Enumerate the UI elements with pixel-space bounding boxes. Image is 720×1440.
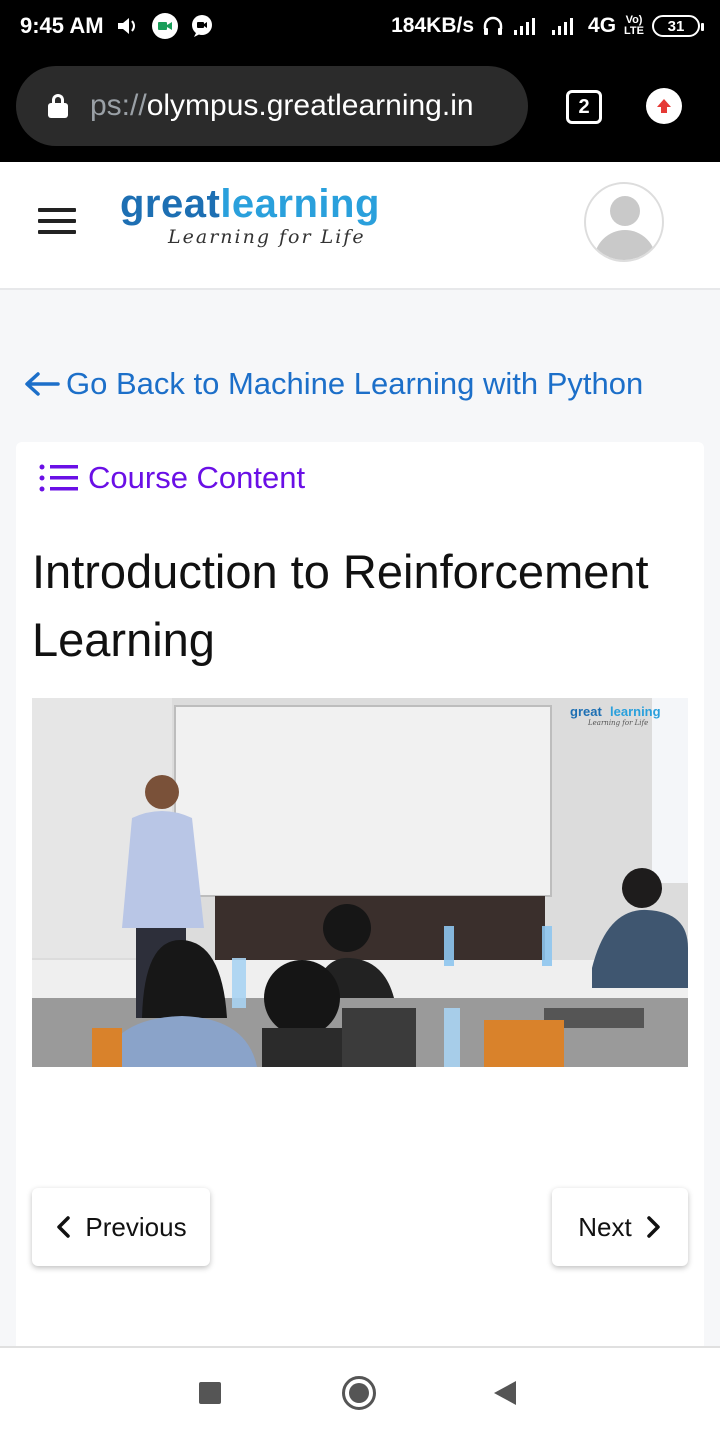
- meet-icon: [151, 13, 178, 39]
- site-header: greatlearning Learning for Life: [0, 162, 720, 290]
- back-icon[interactable]: [494, 1381, 516, 1405]
- signal-icon-2: [550, 16, 580, 36]
- chat-icon: [190, 14, 214, 38]
- next-button[interactable]: Next: [552, 1188, 688, 1266]
- video-frame: great learning Learning for Life: [32, 698, 688, 1067]
- chevron-right-icon: [646, 1216, 660, 1238]
- status-time: 9:45 AM: [20, 13, 104, 38]
- url-host: olympus.greatlearning.in: [146, 89, 474, 122]
- next-label: Next: [578, 1211, 632, 1242]
- previous-button[interactable]: Previous: [32, 1188, 210, 1266]
- avatar[interactable]: [584, 182, 664, 262]
- back-link-label: Go Back to Machine Learning with Python: [66, 366, 644, 401]
- chevron-left-icon: [57, 1216, 71, 1238]
- browser-toolbar: ps:// olympus.greatlearning.in 2: [0, 52, 720, 162]
- list-icon: [39, 464, 78, 492]
- greatlearning-logo[interactable]: greatlearning Learning for Life: [120, 184, 380, 248]
- tab-switcher-button[interactable]: 2: [566, 90, 602, 124]
- arrow-up-icon: [657, 99, 671, 113]
- recent-apps-icon[interactable]: [199, 1382, 221, 1404]
- back-link[interactable]: Go Back to Machine Learning with Python: [22, 366, 643, 402]
- video-watermark-great: great: [570, 704, 602, 719]
- logo-learning: learning: [220, 182, 380, 226]
- volte-bottom: LTE: [624, 25, 644, 37]
- network-type: 4G: [588, 14, 617, 37]
- home-icon[interactable]: [342, 1376, 376, 1410]
- net-speed: 184KB/s: [391, 14, 475, 37]
- battery-level: 31: [667, 17, 685, 35]
- battery-icon: 31: [652, 15, 704, 37]
- signal-icon: [512, 16, 542, 36]
- lesson-video[interactable]: great learning Learning for Life: [32, 698, 688, 1067]
- lesson-title: Introduction to Reinforcement Learning: [32, 545, 649, 666]
- logo-tagline: Learning for Life: [168, 226, 366, 248]
- previous-label: Previous: [85, 1211, 187, 1242]
- video-watermark-learning: learning: [610, 704, 661, 719]
- headphones-icon: [482, 15, 504, 37]
- update-button[interactable]: [646, 88, 682, 124]
- address-bar[interactable]: ps:// olympus.greatlearning.in: [16, 66, 528, 146]
- course-content-toggle[interactable]: Course Content: [38, 460, 305, 496]
- lesson-card: Course Content Introduction to Reinforce…: [16, 442, 704, 1352]
- volume-icon: [116, 15, 140, 37]
- arrow-left-icon: [25, 372, 60, 396]
- menu-icon[interactable]: [38, 208, 76, 236]
- lock-icon: [48, 94, 68, 118]
- course-content-label: Course Content: [88, 460, 306, 495]
- logo-great: great: [120, 182, 221, 226]
- system-navigation-bar: [0, 1346, 720, 1440]
- volte-badge: Vo) LTE: [624, 15, 644, 37]
- url-scheme: ps://: [90, 89, 147, 122]
- tab-count: 2: [578, 95, 590, 118]
- video-watermark-tagline: Learning for Life: [587, 719, 648, 727]
- status-bar: 9:45 AM 184KB/s 4G Vo) LTE 31: [0, 0, 720, 52]
